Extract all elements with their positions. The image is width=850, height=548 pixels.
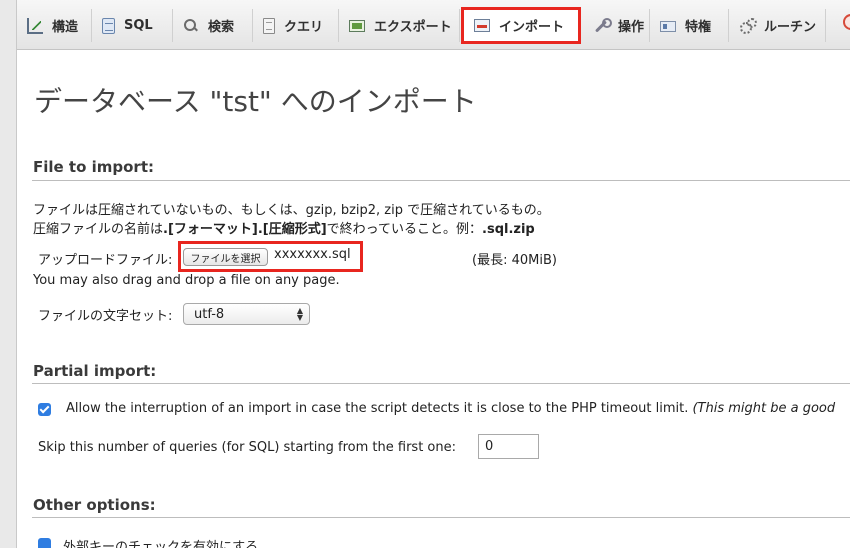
select-arrows-icon: ▲ ▼ bbox=[296, 306, 303, 322]
privileges-icon bbox=[660, 21, 676, 32]
desc-prefix: 圧縮ファイルの名前は bbox=[33, 222, 164, 237]
compression-description: ファイルは圧縮されていないもの、もしくは、gzip, bzip2, zip で圧… bbox=[33, 203, 550, 218]
tab-operations[interactable]: 操作 bbox=[583, 9, 650, 42]
query-icon bbox=[263, 17, 275, 34]
format-pattern: .[フォーマット].[圧縮形式] bbox=[163, 222, 327, 237]
tab-query[interactable]: クエリ bbox=[253, 9, 339, 42]
allow-interrupt-text: Allow the interruption of an import in c… bbox=[66, 401, 835, 416]
section-partial-import: Partial import: bbox=[33, 362, 157, 380]
foreign-key-checkbox[interactable] bbox=[38, 538, 51, 548]
drag-drop-note: You may also drag and drop a file on any… bbox=[33, 273, 340, 288]
tab-label: SQL bbox=[124, 18, 153, 33]
tab-label: インポート bbox=[499, 20, 565, 35]
skip-queries-label: Skip this number of queries (for SQL) st… bbox=[38, 440, 456, 455]
chosen-file-name: xxxxxxx.sql bbox=[274, 247, 351, 262]
allow-interrupt-label: Allow the interruption of an import in c… bbox=[66, 401, 689, 416]
tab-label: 構造 bbox=[52, 20, 79, 35]
operations-icon bbox=[593, 17, 612, 34]
tab-sql[interactable]: SQL bbox=[92, 9, 173, 42]
skip-queries-input[interactable] bbox=[478, 434, 539, 459]
choose-file-button[interactable]: ファイルを選択 bbox=[183, 248, 268, 266]
charset-label: ファイルの文字セット: bbox=[38, 309, 173, 324]
divider bbox=[32, 180, 850, 181]
tab-structure[interactable]: 構造 bbox=[17, 9, 92, 42]
tab-label: 操作 bbox=[618, 20, 645, 35]
events-icon[interactable] bbox=[843, 14, 850, 30]
tab-import[interactable]: インポート bbox=[461, 7, 581, 44]
foreign-key-label: 外部キーのチェックを有効にする bbox=[63, 540, 259, 548]
tab-export[interactable]: エクスポート bbox=[339, 9, 460, 42]
tab-bar: 構造 SQL 検索 クエリ エクスポート インポート 操作 特権 ルーチン bbox=[17, 0, 850, 50]
tab-privileges[interactable]: 特権 bbox=[650, 9, 729, 42]
filename-description: 圧縮ファイルの名前は.[フォーマット].[圧縮形式]で終わっていること。例：.s… bbox=[33, 218, 535, 237]
tab-label: 検索 bbox=[208, 20, 235, 35]
max-upload-size: (最長: 40MiB) bbox=[472, 253, 557, 268]
search-icon bbox=[183, 18, 199, 34]
divider bbox=[32, 383, 850, 384]
tab-label: 特権 bbox=[685, 20, 712, 35]
tab-label: エクスポート bbox=[374, 20, 452, 35]
section-other-options: Other options: bbox=[33, 496, 156, 514]
export-icon bbox=[349, 19, 365, 32]
desc-middle: で終わっていること。例： bbox=[326, 222, 483, 237]
tab-search[interactable]: 検索 bbox=[173, 9, 253, 42]
structure-icon bbox=[27, 17, 43, 34]
upload-label: アップロードファイル: bbox=[38, 253, 173, 268]
tab-routines[interactable]: ルーチン bbox=[729, 9, 826, 42]
allow-interrupt-checkbox[interactable] bbox=[38, 403, 51, 416]
example-extension: .sql.zip bbox=[482, 222, 535, 237]
section-file-to-import: File to import: bbox=[33, 158, 155, 176]
allow-interrupt-note: (This might be a good bbox=[692, 401, 836, 416]
tab-label: ルーチン bbox=[764, 20, 817, 35]
sql-icon bbox=[102, 17, 115, 34]
divider bbox=[32, 517, 850, 518]
page-title: データベース "tst" へのインポート bbox=[34, 85, 477, 118]
tab-label: クエリ bbox=[284, 20, 324, 35]
charset-value: utf-8 bbox=[194, 306, 225, 322]
import-page: 構造 SQL 検索 クエリ エクスポート インポート 操作 特権 ルーチン デー… bbox=[16, 0, 850, 548]
charset-select[interactable]: utf-8 ▲ ▼ bbox=[183, 303, 310, 325]
import-icon bbox=[474, 19, 490, 32]
routines-icon bbox=[739, 17, 757, 34]
